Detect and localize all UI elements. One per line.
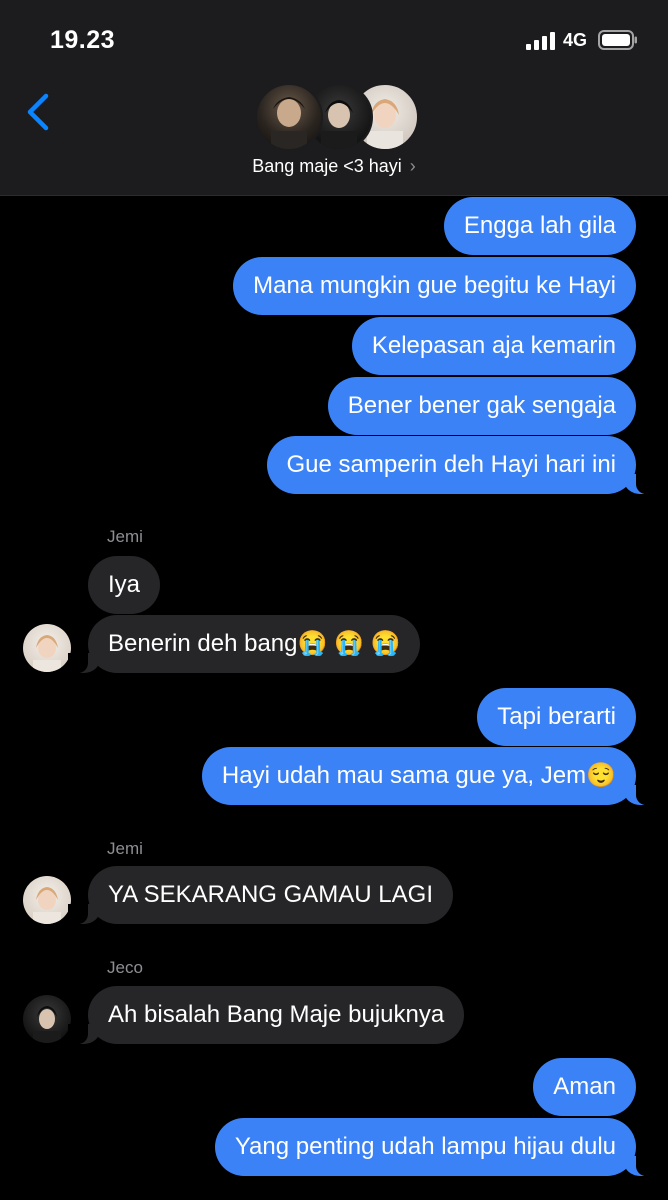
signal-icon: [526, 32, 555, 50]
chat-name: Bang maje <3 hayi: [252, 156, 402, 176]
message-bubble-outgoing[interactable]: Gue samperin deh Hayi hari ini: [266, 436, 656, 494]
sender-name: Jemi: [107, 839, 143, 858]
status-bar: 19.23 4G: [0, 0, 668, 70]
status-time: 19.23: [50, 26, 116, 54]
message-bubble-incoming[interactable]: Ah bisalah Bang Maje bujuknya: [67, 986, 465, 1044]
message-bubble-outgoing[interactable]: Aman: [533, 1058, 636, 1116]
avatar[interactable]: [23, 995, 71, 1043]
message-bubble-outgoing[interactable]: Yang penting udah lampu hijau dulu: [214, 1118, 657, 1176]
group-avatar[interactable]: [255, 83, 419, 151]
message-bubble-outgoing[interactable]: Kelepasan aja kemarin: [351, 317, 636, 375]
message-bubble-outgoing[interactable]: Tapi berarti: [477, 688, 636, 746]
sender-name: Jemi: [107, 527, 143, 546]
avatar: [255, 83, 323, 151]
sender-name: Jeco: [107, 958, 143, 977]
message-bubble-outgoing[interactable]: Hayi udah mau sama gue ya, Jem😌: [201, 747, 657, 805]
chat-name-button[interactable]: Bang maje <3 hayi ›: [0, 156, 668, 177]
message-bubble-incoming[interactable]: YA SEKARANG GAMAU LAGI: [68, 866, 453, 924]
network-type: 4G: [563, 30, 588, 50]
battery-icon: [598, 30, 637, 50]
chevron-right-icon: ›: [409, 156, 416, 176]
chat-header: Bang maje <3 hayi ›: [0, 70, 668, 196]
message-bubble-incoming[interactable]: Iya: [88, 556, 161, 614]
avatar[interactable]: [23, 876, 71, 924]
message-bubble-outgoing[interactable]: Engga lah gila: [443, 197, 636, 255]
back-chevron-icon[interactable]: [22, 92, 56, 132]
avatar[interactable]: [23, 624, 71, 672]
message-bubble-outgoing[interactable]: Bener bener gak sengaja: [327, 377, 636, 435]
message-bubble-outgoing[interactable]: Mana mungkin gue begitu ke Hayi: [233, 257, 636, 315]
message-bubble-incoming[interactable]: Benerin deh bang😭 😭 😭: [67, 615, 421, 673]
